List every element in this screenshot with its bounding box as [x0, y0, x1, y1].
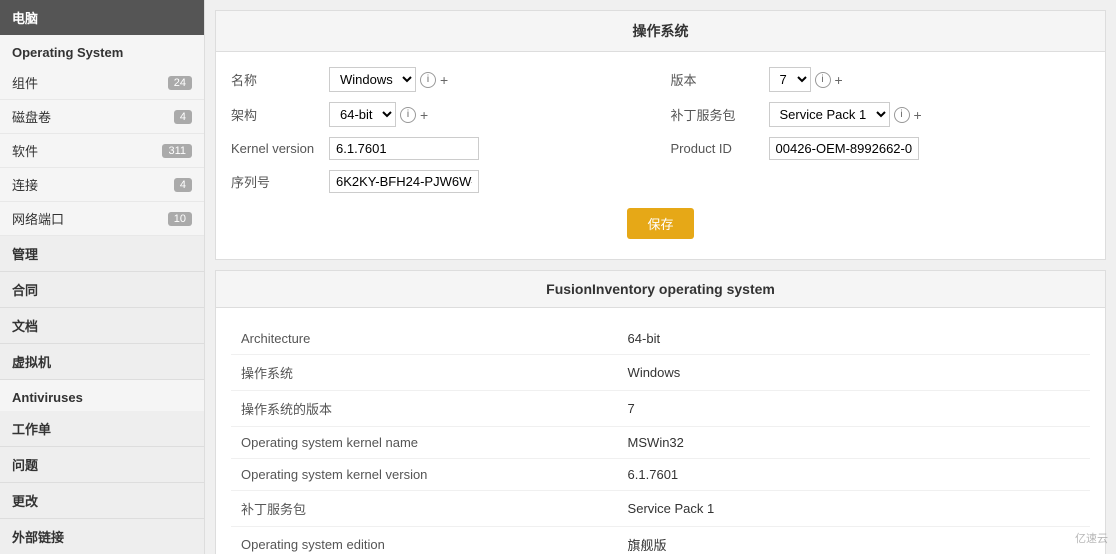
save-row: 保存: [231, 208, 1090, 244]
os-form-grid: 名称 Windows i + 版本 7: [231, 67, 1090, 193]
name-info-icon[interactable]: i: [420, 72, 436, 88]
sidebar-item-label: 组件: [12, 73, 38, 92]
sidebar-item-label: 网络端口: [12, 209, 64, 228]
table-cell-label: Architecture: [231, 323, 618, 355]
sidebar-section-label: Antiviruses: [0, 380, 204, 411]
sidebar-item-ports[interactable]: 网络端口 10: [0, 202, 204, 236]
sidebar-item-connections[interactable]: 连接 4: [0, 168, 204, 202]
table-cell-label: 操作系统的版本: [231, 391, 618, 427]
sidebar-header-changes[interactable]: 更改: [0, 483, 204, 519]
table-cell-label: Operating system kernel name: [231, 427, 618, 459]
sidebar-header-docs[interactable]: 文档: [0, 308, 204, 344]
sidebar-item-label: 连接: [12, 175, 38, 194]
kernel-input[interactable]: [329, 137, 479, 160]
productid-label: Product ID: [671, 141, 761, 156]
sidebar-item-label: 软件: [12, 141, 38, 160]
sidebar-item-count: 4: [174, 178, 192, 192]
servicepack-control-group: Service Pack 1 i +: [769, 102, 922, 127]
version-select[interactable]: 7: [769, 67, 811, 92]
form-row-version: 版本 7 i +: [671, 67, 1091, 92]
table-cell-value: 6.1.7601: [618, 459, 1090, 491]
name-plus-icon[interactable]: +: [440, 72, 448, 88]
table-cell-label: 操作系统: [231, 355, 618, 391]
sidebar-item-components[interactable]: 组件 24: [0, 66, 204, 100]
sidebar-item-count: 4: [174, 110, 192, 124]
form-row-arch: 架构 64-bit i +: [231, 102, 651, 127]
table-cell-value: 旗舰版: [618, 527, 1090, 554]
table-row: 操作系统的版本7: [231, 391, 1090, 427]
sidebar-item-label: 磁盘卷: [12, 107, 51, 126]
fusion-table: Architecture64-bit操作系统Windows操作系统的版本7Ope…: [231, 323, 1090, 554]
sidebar-title: 电脑: [0, 0, 204, 35]
sidebar-item-count: 311: [162, 144, 192, 158]
table-cell-value: Windows: [618, 355, 1090, 391]
main-content: 操作系统 名称 Windows i + 版本: [205, 0, 1116, 554]
table-row: 操作系统Windows: [231, 355, 1090, 391]
servicepack-info-icon[interactable]: i: [894, 107, 910, 123]
form-row-name: 名称 Windows i +: [231, 67, 651, 92]
os-panel-body: 名称 Windows i + 版本 7: [216, 52, 1105, 259]
sidebar-item-software[interactable]: 软件 311: [0, 134, 204, 168]
sidebar-item-count: 24: [168, 76, 192, 90]
kernel-label: Kernel version: [231, 141, 321, 156]
table-row: Operating system kernel version6.1.7601: [231, 459, 1090, 491]
sidebar-section-label: Operating System: [0, 35, 204, 66]
name-label: 名称: [231, 70, 321, 89]
servicepack-label: 补丁服务包: [671, 105, 761, 124]
table-cell-label: Operating system kernel version: [231, 459, 618, 491]
sidebar-header-tickets[interactable]: 工作单: [0, 411, 204, 447]
version-control-group: 7 i +: [769, 67, 843, 92]
fusion-panel: FusionInventory operating system Archite…: [215, 270, 1106, 554]
name-select[interactable]: Windows: [329, 67, 416, 92]
servicepack-plus-icon[interactable]: +: [914, 107, 922, 123]
version-info-icon[interactable]: i: [815, 72, 831, 88]
form-row-serial: 序列号: [231, 170, 651, 193]
table-cell-label: Operating system edition: [231, 527, 618, 554]
arch-select[interactable]: 64-bit: [329, 102, 396, 127]
serial-input[interactable]: [329, 170, 479, 193]
sidebar-item-volumes[interactable]: 磁盘卷 4: [0, 100, 204, 134]
form-row-empty: [671, 170, 1091, 193]
os-panel-title: 操作系统: [216, 11, 1105, 52]
arch-label: 架构: [231, 105, 321, 124]
table-row: Architecture64-bit: [231, 323, 1090, 355]
table-row: Operating system kernel nameMSWin32: [231, 427, 1090, 459]
arch-control-group: 64-bit i +: [329, 102, 428, 127]
table-cell-value: 7: [618, 391, 1090, 427]
arch-info-icon[interactable]: i: [400, 107, 416, 123]
sidebar: 电脑 Operating System 组件 24 磁盘卷 4 软件 311 连接 4 网络端口 1…: [0, 0, 205, 554]
table-cell-value: 64-bit: [618, 323, 1090, 355]
os-panel: 操作系统 名称 Windows i + 版本: [215, 10, 1106, 260]
form-row-kernel: Kernel version: [231, 137, 651, 160]
fusion-panel-title: FusionInventory operating system: [216, 271, 1105, 308]
sidebar-item-count: 10: [168, 212, 192, 226]
version-label: 版本: [671, 70, 761, 89]
productid-input[interactable]: [769, 137, 919, 160]
save-button[interactable]: 保存: [627, 208, 693, 239]
fusion-panel-body: Architecture64-bit操作系统Windows操作系统的版本7Ope…: [216, 308, 1105, 554]
sidebar-header-vms[interactable]: 虚拟机: [0, 344, 204, 380]
servicepack-select[interactable]: Service Pack 1: [769, 102, 890, 127]
table-cell-value: MSWin32: [618, 427, 1090, 459]
arch-plus-icon[interactable]: +: [420, 107, 428, 123]
name-control-group: Windows i +: [329, 67, 448, 92]
form-row-servicepack: 补丁服务包 Service Pack 1 i +: [671, 102, 1091, 127]
serial-label: 序列号: [231, 172, 321, 191]
sidebar-header-contracts[interactable]: 合同: [0, 272, 204, 308]
table-cell-value: Service Pack 1: [618, 491, 1090, 527]
sidebar-header-problems[interactable]: 问题: [0, 447, 204, 483]
table-cell-label: 补丁服务包: [231, 491, 618, 527]
table-row: Operating system edition旗舰版: [231, 527, 1090, 554]
sidebar-header-links[interactable]: 外部链接: [0, 519, 204, 554]
version-plus-icon[interactable]: +: [835, 72, 843, 88]
form-row-productid: Product ID: [671, 137, 1091, 160]
sidebar-header-manage[interactable]: 管理: [0, 236, 204, 272]
table-row: 补丁服务包Service Pack 1: [231, 491, 1090, 527]
watermark: 亿速云: [1075, 530, 1108, 546]
